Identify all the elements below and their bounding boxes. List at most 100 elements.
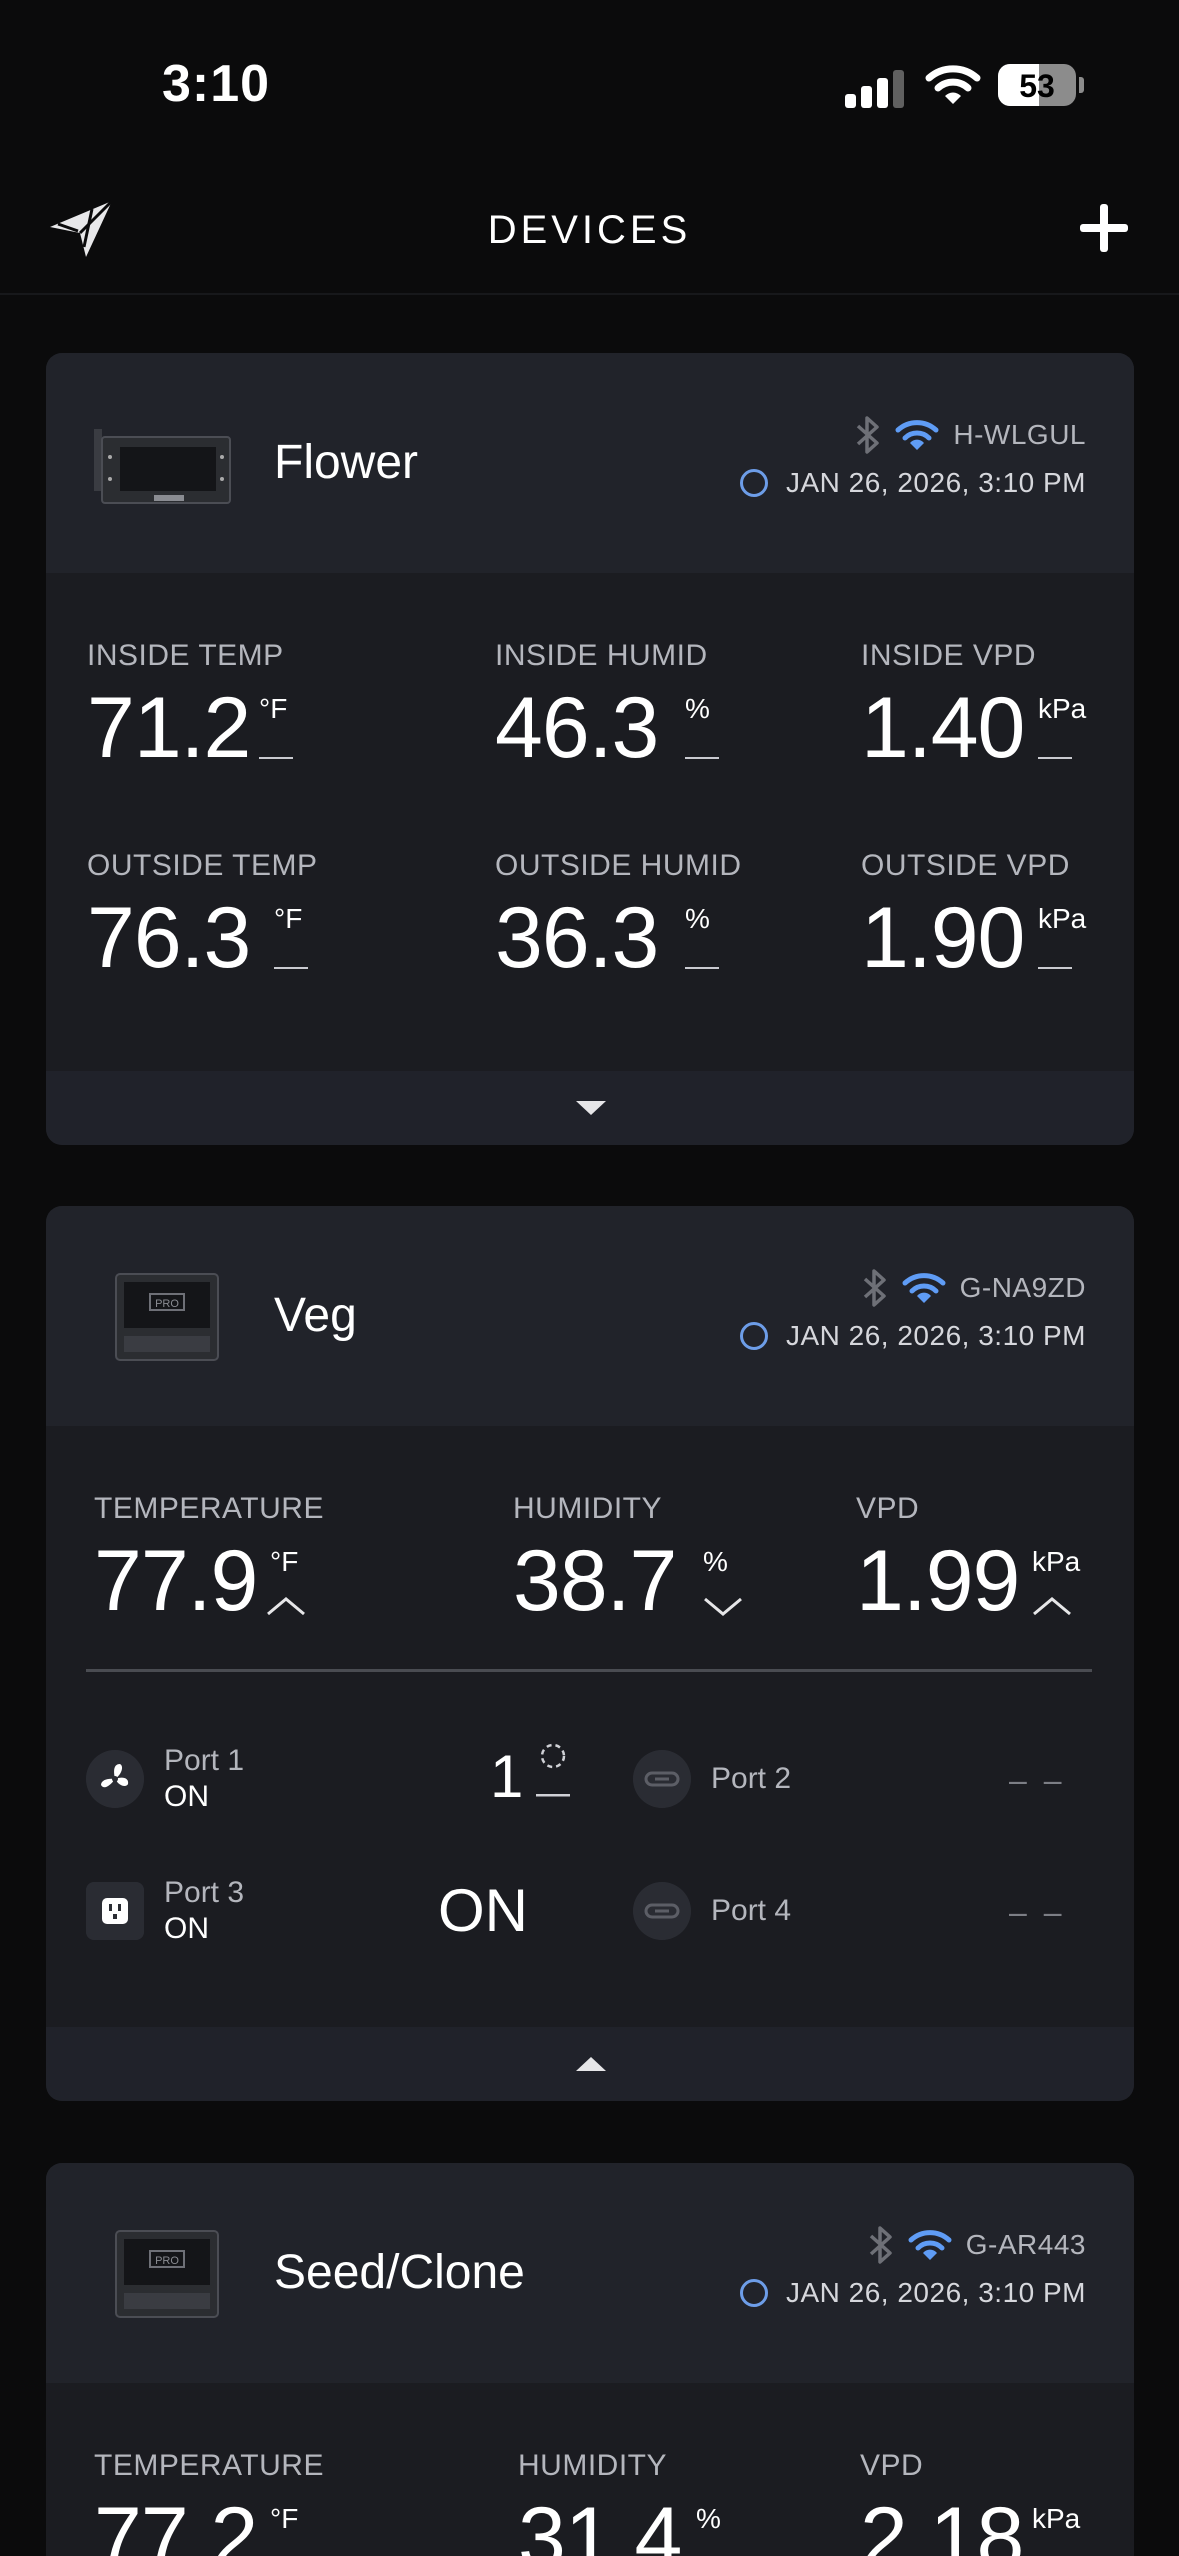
- device-name: Flower: [274, 436, 419, 489]
- status-ring-icon: [739, 2279, 768, 2307]
- port-name: Port 1: [164, 1744, 245, 1777]
- bluetooth-icon: [869, 2226, 892, 2264]
- device-card-header[interactable]: Flower H-WLGUL JAN 26, 2026, 3:10 PM: [46, 353, 1134, 573]
- wifi-icon: [908, 2230, 952, 2260]
- metric-inside-humid: INSIDE HUMID 46.3 %: [495, 639, 719, 776]
- timestamp-row: JAN 26, 2026, 3:10 PM: [739, 1316, 1086, 1356]
- metric-unit: %: [696, 2503, 721, 2534]
- svg-text:PRO: PRO: [155, 1298, 179, 1310]
- metric-label: INSIDE VPD: [861, 639, 1037, 672]
- metric-outside-humid: OUTSIDE HUMID 36.3 %: [495, 849, 742, 986]
- trend-dash: [259, 757, 293, 759]
- device-card-header[interactable]: PRO Veg G-NA9ZD JAN 26, 2026, 3:10 PM: [46, 1206, 1134, 1426]
- metric-value: 1.99: [856, 1533, 1020, 1629]
- controller-device-thumbnail: [94, 429, 231, 504]
- status-ring-icon: [739, 469, 768, 497]
- app-header: DEVICES: [0, 175, 1179, 295]
- device-id: G-NA9ZD: [959, 1272, 1086, 1303]
- caret-up-icon: [576, 2057, 606, 2071]
- last-updated: JAN 26, 2026, 3:10 PM: [785, 1320, 1086, 1351]
- wifi-icon: [902, 1273, 946, 1303]
- metric-value: 2.18: [860, 2490, 1024, 2556]
- port-name: Port 3: [164, 1876, 245, 1909]
- expand-toggle[interactable]: [46, 1071, 1134, 1145]
- port-level: ON: [438, 1877, 528, 1944]
- metric-unit: °F: [274, 903, 303, 934]
- status-bar: 3:10 53: [0, 0, 1179, 175]
- battery-nub: [1079, 77, 1084, 93]
- trend-up-icon: [1033, 1597, 1071, 1616]
- fan-icon: [86, 1750, 144, 1808]
- device-card-seed-clone: PRO Seed/Clone G-AR443 JAN 26, 2026, 3:1…: [46, 2163, 1134, 2556]
- metric-label: TEMPERATURE: [94, 2449, 324, 2482]
- device-card-body: TEMPERATURE 77.9 °F HUMIDITY 38.7 % VPD …: [46, 1426, 1134, 2027]
- connection-row: G-NA9ZD: [862, 1268, 1086, 1308]
- port-2[interactable]: Port 2 – –: [633, 1750, 1103, 1820]
- metric-label: OUTSIDE TEMP: [87, 849, 318, 882]
- trend-dash: [685, 967, 719, 969]
- metric-humidity: HUMIDITY 38.7 %: [513, 1492, 742, 1629]
- trend-up-icon: [267, 1597, 305, 1616]
- wifi-status-icon: [925, 65, 981, 104]
- port-empty-value: – –: [1009, 1894, 1066, 1930]
- device-card-header[interactable]: PRO Seed/Clone G-AR443 JAN 26, 2026, 3:1…: [46, 2163, 1134, 2383]
- metric-value: 46.3: [495, 680, 659, 776]
- metric-value: 38.7: [513, 1533, 677, 1629]
- device-card-veg: PRO Veg G-NA9ZD JAN 26, 2026, 3:10 PM TE…: [46, 1206, 1134, 2101]
- metric-label: OUTSIDE VPD: [861, 849, 1070, 882]
- metric-label: HUMIDITY: [518, 2449, 667, 2482]
- outlet-icon: [86, 1882, 144, 1940]
- port-3[interactable]: Port 3 ON ON: [86, 1876, 606, 1952]
- device-card-body: INSIDE TEMP 71.2 °F INSIDE HUMID 46.3 % …: [46, 573, 1134, 1071]
- metric-value: 76.3: [87, 890, 251, 986]
- cellular-signal-icon: [845, 68, 905, 108]
- metric-label: VPD: [856, 1492, 920, 1525]
- bluetooth-icon: [863, 1269, 886, 1307]
- auto-mode-icon: [536, 1743, 570, 1797]
- metric-unit: %: [685, 693, 710, 724]
- status-ring-icon: [739, 1322, 768, 1350]
- metric-unit: °F: [270, 1546, 299, 1577]
- metric-unit: °F: [270, 2503, 299, 2534]
- metric-unit: %: [703, 1546, 728, 1577]
- metric-value: 31.4: [518, 2490, 682, 2556]
- port-4[interactable]: Port 4 – –: [633, 1882, 1103, 1952]
- metric-value: 1.40: [861, 680, 1025, 776]
- bluetooth-icon: [857, 416, 880, 454]
- battery-percent: 53: [1019, 68, 1055, 104]
- metric-unit: °F: [259, 693, 288, 724]
- metric-unit: kPa: [1038, 903, 1087, 934]
- trend-dash: [1038, 757, 1072, 759]
- metric-label: TEMPERATURE: [94, 1492, 324, 1525]
- device-name: Veg: [274, 1289, 357, 1342]
- device-card-body: TEMPERATURE 77.2 °F HUMIDITY 31.4 % VPD …: [46, 2383, 1134, 2556]
- page-title: DEVICES: [487, 208, 692, 252]
- metric-temperature: TEMPERATURE 77.2 °F: [94, 2449, 324, 2556]
- metric-unit: kPa: [1032, 1546, 1081, 1577]
- section-divider: [86, 1669, 1092, 1672]
- device-card-flower: Flower H-WLGUL JAN 26, 2026, 3:10 PM INS…: [46, 353, 1134, 1145]
- metric-label: VPD: [860, 2449, 924, 2482]
- metric-label: INSIDE HUMID: [495, 639, 708, 672]
- trend-down-icon: [704, 1597, 742, 1616]
- timestamp-row: JAN 26, 2026, 3:10 PM: [739, 2273, 1086, 2313]
- metric-unit: kPa: [1038, 693, 1087, 724]
- metric-vpd: VPD 2.18 kPa: [860, 2449, 1080, 2556]
- metric-label: OUTSIDE HUMID: [495, 849, 742, 882]
- metric-value: 71.2: [87, 680, 251, 776]
- metric-value: 77.2: [94, 2490, 258, 2556]
- add-device-button[interactable]: [1076, 202, 1132, 258]
- metric-value: 36.3: [495, 890, 659, 986]
- svg-text:PRO: PRO: [155, 2255, 179, 2267]
- collapse-toggle[interactable]: [46, 2027, 1134, 2101]
- caret-down-icon: [576, 1101, 606, 1115]
- link-icon: [633, 1750, 691, 1808]
- battery-icon: 53: [998, 64, 1076, 106]
- metric-value: 77.9: [94, 1533, 258, 1629]
- port-1[interactable]: Port 1 ON 1: [86, 1743, 606, 1820]
- device-name: Seed/Clone: [274, 2246, 525, 2299]
- last-updated: JAN 26, 2026, 3:10 PM: [785, 467, 1086, 498]
- last-updated: JAN 26, 2026, 3:10 PM: [785, 2277, 1086, 2308]
- device-id: H-WLGUL: [953, 419, 1086, 450]
- connection-row: H-WLGUL: [855, 415, 1086, 455]
